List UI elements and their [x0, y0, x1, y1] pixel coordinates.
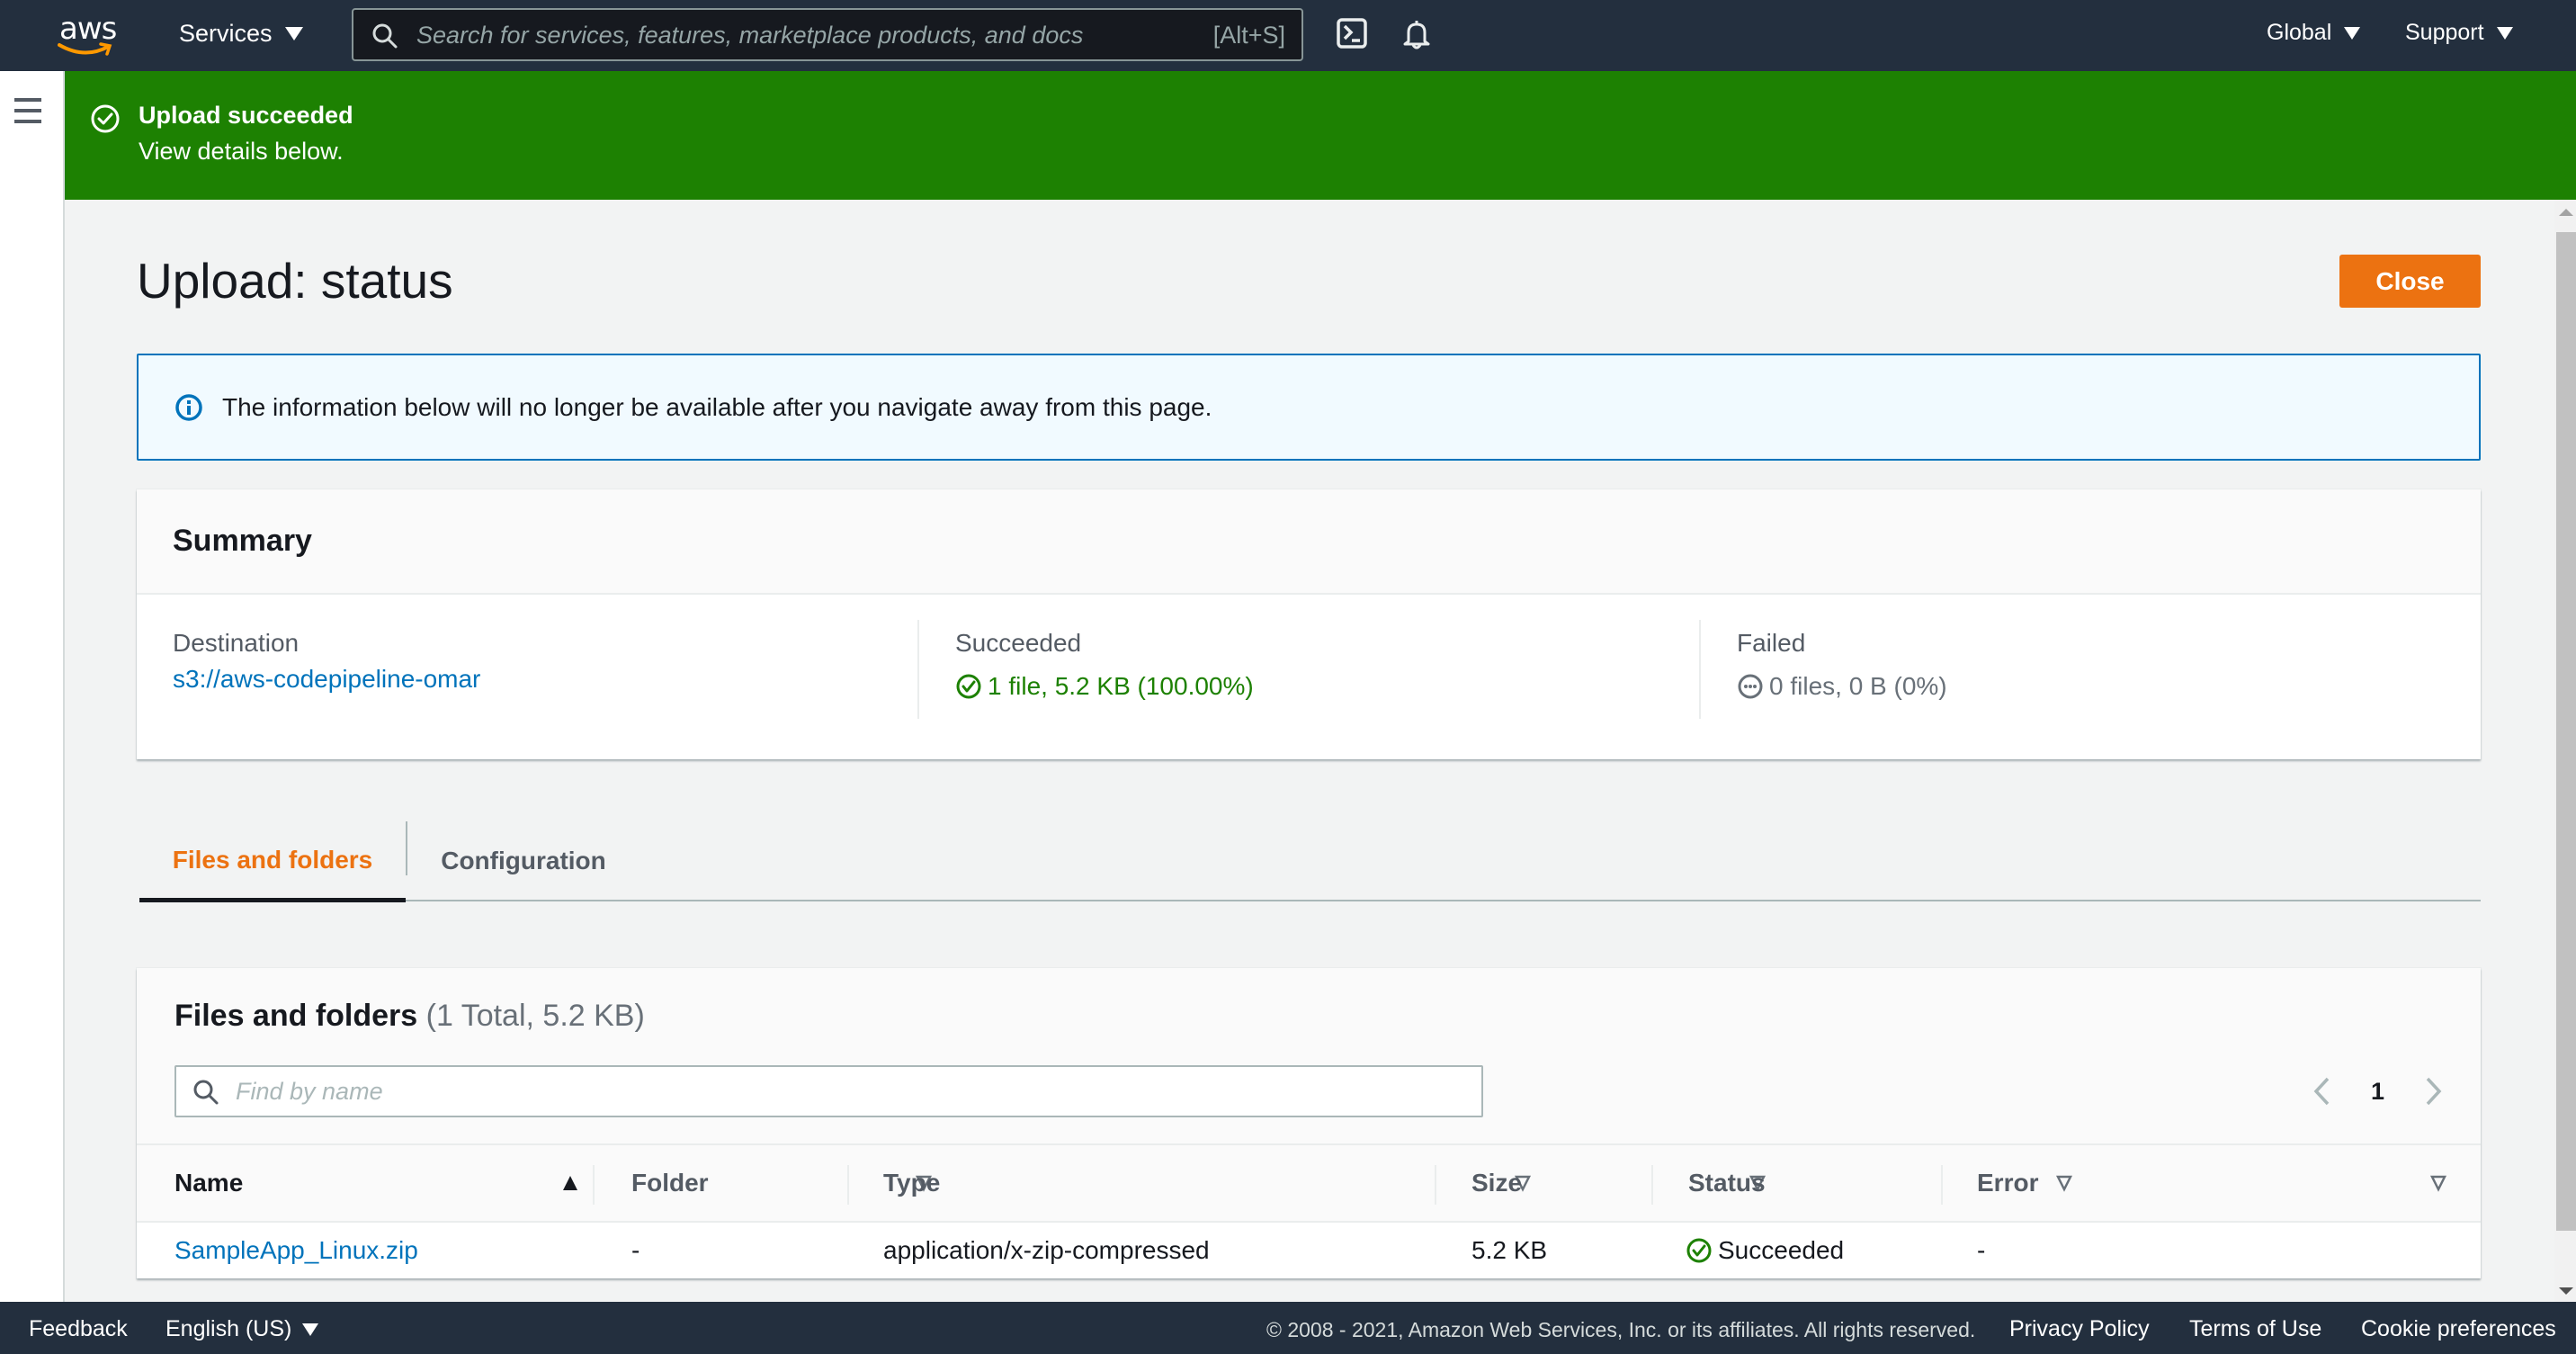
support-label: Support	[2405, 20, 2484, 45]
global-search-input[interactable]	[416, 17, 1172, 53]
previous-page-icon[interactable]	[2312, 1076, 2331, 1107]
column-status-label: Status	[1688, 1169, 1766, 1197]
success-flash-banner: Upload succeeded View details below.	[65, 71, 2576, 200]
column-header-type[interactable]: Type	[883, 1145, 1552, 1221]
destination-link[interactable]: s3://aws-codepipeline-omar	[173, 665, 480, 694]
search-shortcut-hint: [Alt+S]	[1212, 22, 1285, 49]
flash-title: Upload succeeded	[139, 102, 353, 129]
caret-down-icon	[2496, 26, 2513, 40]
column-name-label: Name	[174, 1169, 244, 1197]
failed-label: Failed	[1737, 629, 1806, 657]
cloudshell-button[interactable]	[1337, 18, 1373, 54]
destination-label: Destination	[173, 629, 300, 657]
services-menu[interactable]: Services	[179, 20, 303, 48]
files-table-header: Files and folders (1 Total, 5.2 KB) 1	[137, 968, 2481, 1145]
table-header-row: Name Folder Type Size Status Error	[137, 1145, 2481, 1223]
cell-size: 5.2 KB	[1471, 1236, 1548, 1264]
succeeded-label: Succeeded	[955, 629, 1082, 657]
caret-down-icon	[284, 27, 303, 40]
files-table-container: Files and folders (1 Total, 5.2 KB) 1 Na…	[137, 968, 2481, 1278]
flash-body: View details below.	[139, 138, 344, 165]
tab-files-and-folders[interactable]: Files and folders	[139, 821, 406, 902]
summary-destination: Destination s3://aws-codepipeline-omar	[173, 620, 910, 719]
column-header-error[interactable]: Error	[1977, 1145, 2467, 1221]
feedback-link[interactable]: Feedback	[29, 1316, 128, 1342]
pagination: 1	[2312, 1067, 2444, 1116]
file-name-link[interactable]: SampleApp_Linux.zip	[174, 1236, 418, 1265]
files-count: (1 Total, 5.2 KB)	[425, 999, 645, 1033]
language-selector[interactable]: English (US)	[165, 1316, 319, 1342]
summary-header: Summary	[137, 489, 2481, 595]
sort-ascending-icon[interactable]	[561, 1174, 579, 1192]
aws-logo[interactable]: aws	[56, 11, 121, 58]
succeeded-value: 1 file, 5.2 KB (100.00%)	[988, 672, 1254, 700]
caret-down-icon	[302, 1323, 319, 1337]
info-alert: The information below will no longer be …	[137, 354, 2481, 461]
files-heading: Files and folders (1 Total, 5.2 KB)	[174, 999, 645, 1034]
tab-configuration[interactable]: Configuration	[407, 821, 640, 900]
find-by-name-field[interactable]	[174, 1065, 1483, 1117]
page-title: Upload: status	[137, 253, 453, 309]
success-check-icon	[1686, 1238, 1712, 1263]
summary-succeeded: Succeeded 1 file, 5.2 KB (100.00%)	[917, 620, 1698, 719]
info-icon	[175, 394, 202, 421]
search-icon	[193, 1080, 219, 1105]
summary-heading: Summary	[173, 524, 312, 558]
side-navigation	[0, 71, 65, 1302]
services-label: Services	[179, 20, 273, 47]
search-icon	[372, 23, 398, 49]
scroll-down-icon[interactable]	[2559, 1287, 2573, 1295]
pending-dots-icon	[1738, 674, 1763, 699]
page-scrollbar[interactable]	[2554, 200, 2576, 1302]
column-type-label: Type	[883, 1169, 941, 1197]
summary-container: Summary Destination s3://aws-codepipelin…	[137, 489, 2481, 759]
next-page-icon[interactable]	[2424, 1076, 2444, 1107]
filter-caret-icon[interactable]	[2429, 1174, 2447, 1192]
find-by-name-input[interactable]	[236, 1074, 1450, 1108]
cell-status: Succeeded	[1686, 1223, 1844, 1278]
scroll-up-icon[interactable]	[2559, 209, 2573, 216]
success-check-icon	[956, 674, 981, 699]
privacy-policy-link[interactable]: Privacy Policy	[2009, 1316, 2150, 1342]
caret-down-icon	[2344, 26, 2361, 40]
column-folder-label: Folder	[631, 1169, 709, 1197]
top-navigation: aws Services [Alt+S] Global Su	[0, 0, 2576, 71]
cell-type: application/x-zip-compressed	[883, 1236, 1210, 1264]
table-row: SampleApp_Linux.zip - application/x-zip-…	[137, 1223, 2481, 1278]
files-heading-text: Files and folders	[174, 999, 418, 1033]
aws-smile-icon	[58, 42, 112, 56]
global-search[interactable]: [Alt+S]	[352, 8, 1303, 61]
column-size-label: Size	[1471, 1169, 1523, 1197]
failed-value: 0 files, 0 B (0%)	[1769, 672, 1947, 700]
tab-bar: Files and folders Configuration	[139, 821, 2481, 902]
scrollbar-thumb[interactable]	[2556, 232, 2576, 1231]
cloudshell-icon	[1337, 18, 1367, 49]
close-button[interactable]: Close	[2339, 255, 2481, 308]
status-text: Succeeded	[1718, 1236, 1845, 1264]
info-alert-text: The information below will no longer be …	[222, 393, 1212, 421]
notifications-bell-icon	[1403, 21, 1430, 49]
column-header-name[interactable]: Name	[174, 1145, 599, 1221]
column-error-label: Error	[1977, 1169, 2039, 1197]
language-label: English (US)	[165, 1316, 292, 1341]
support-menu[interactable]: Support	[2405, 20, 2513, 46]
menu-hamburger-icon[interactable]	[14, 98, 41, 123]
notifications-button[interactable]	[1401, 18, 1437, 54]
region-selector[interactable]: Global	[2267, 20, 2361, 46]
summary-failed: Failed 0 files, 0 B (0%)	[1699, 620, 2473, 719]
console-footer: Feedback English (US) © 2008 - 2021, Ama…	[0, 1302, 2576, 1354]
copyright-text: © 2008 - 2021, Amazon Web Services, Inc.…	[1266, 1318, 1976, 1341]
cell-folder: -	[631, 1236, 640, 1264]
terms-of-use-link[interactable]: Terms of Use	[2189, 1316, 2321, 1342]
check-circle-icon	[91, 104, 120, 133]
cookie-preferences-link[interactable]: Cookie preferences	[2361, 1316, 2556, 1342]
current-page-number[interactable]: 1	[2371, 1078, 2384, 1106]
cell-error: -	[1977, 1236, 1986, 1264]
region-label: Global	[2267, 20, 2332, 45]
